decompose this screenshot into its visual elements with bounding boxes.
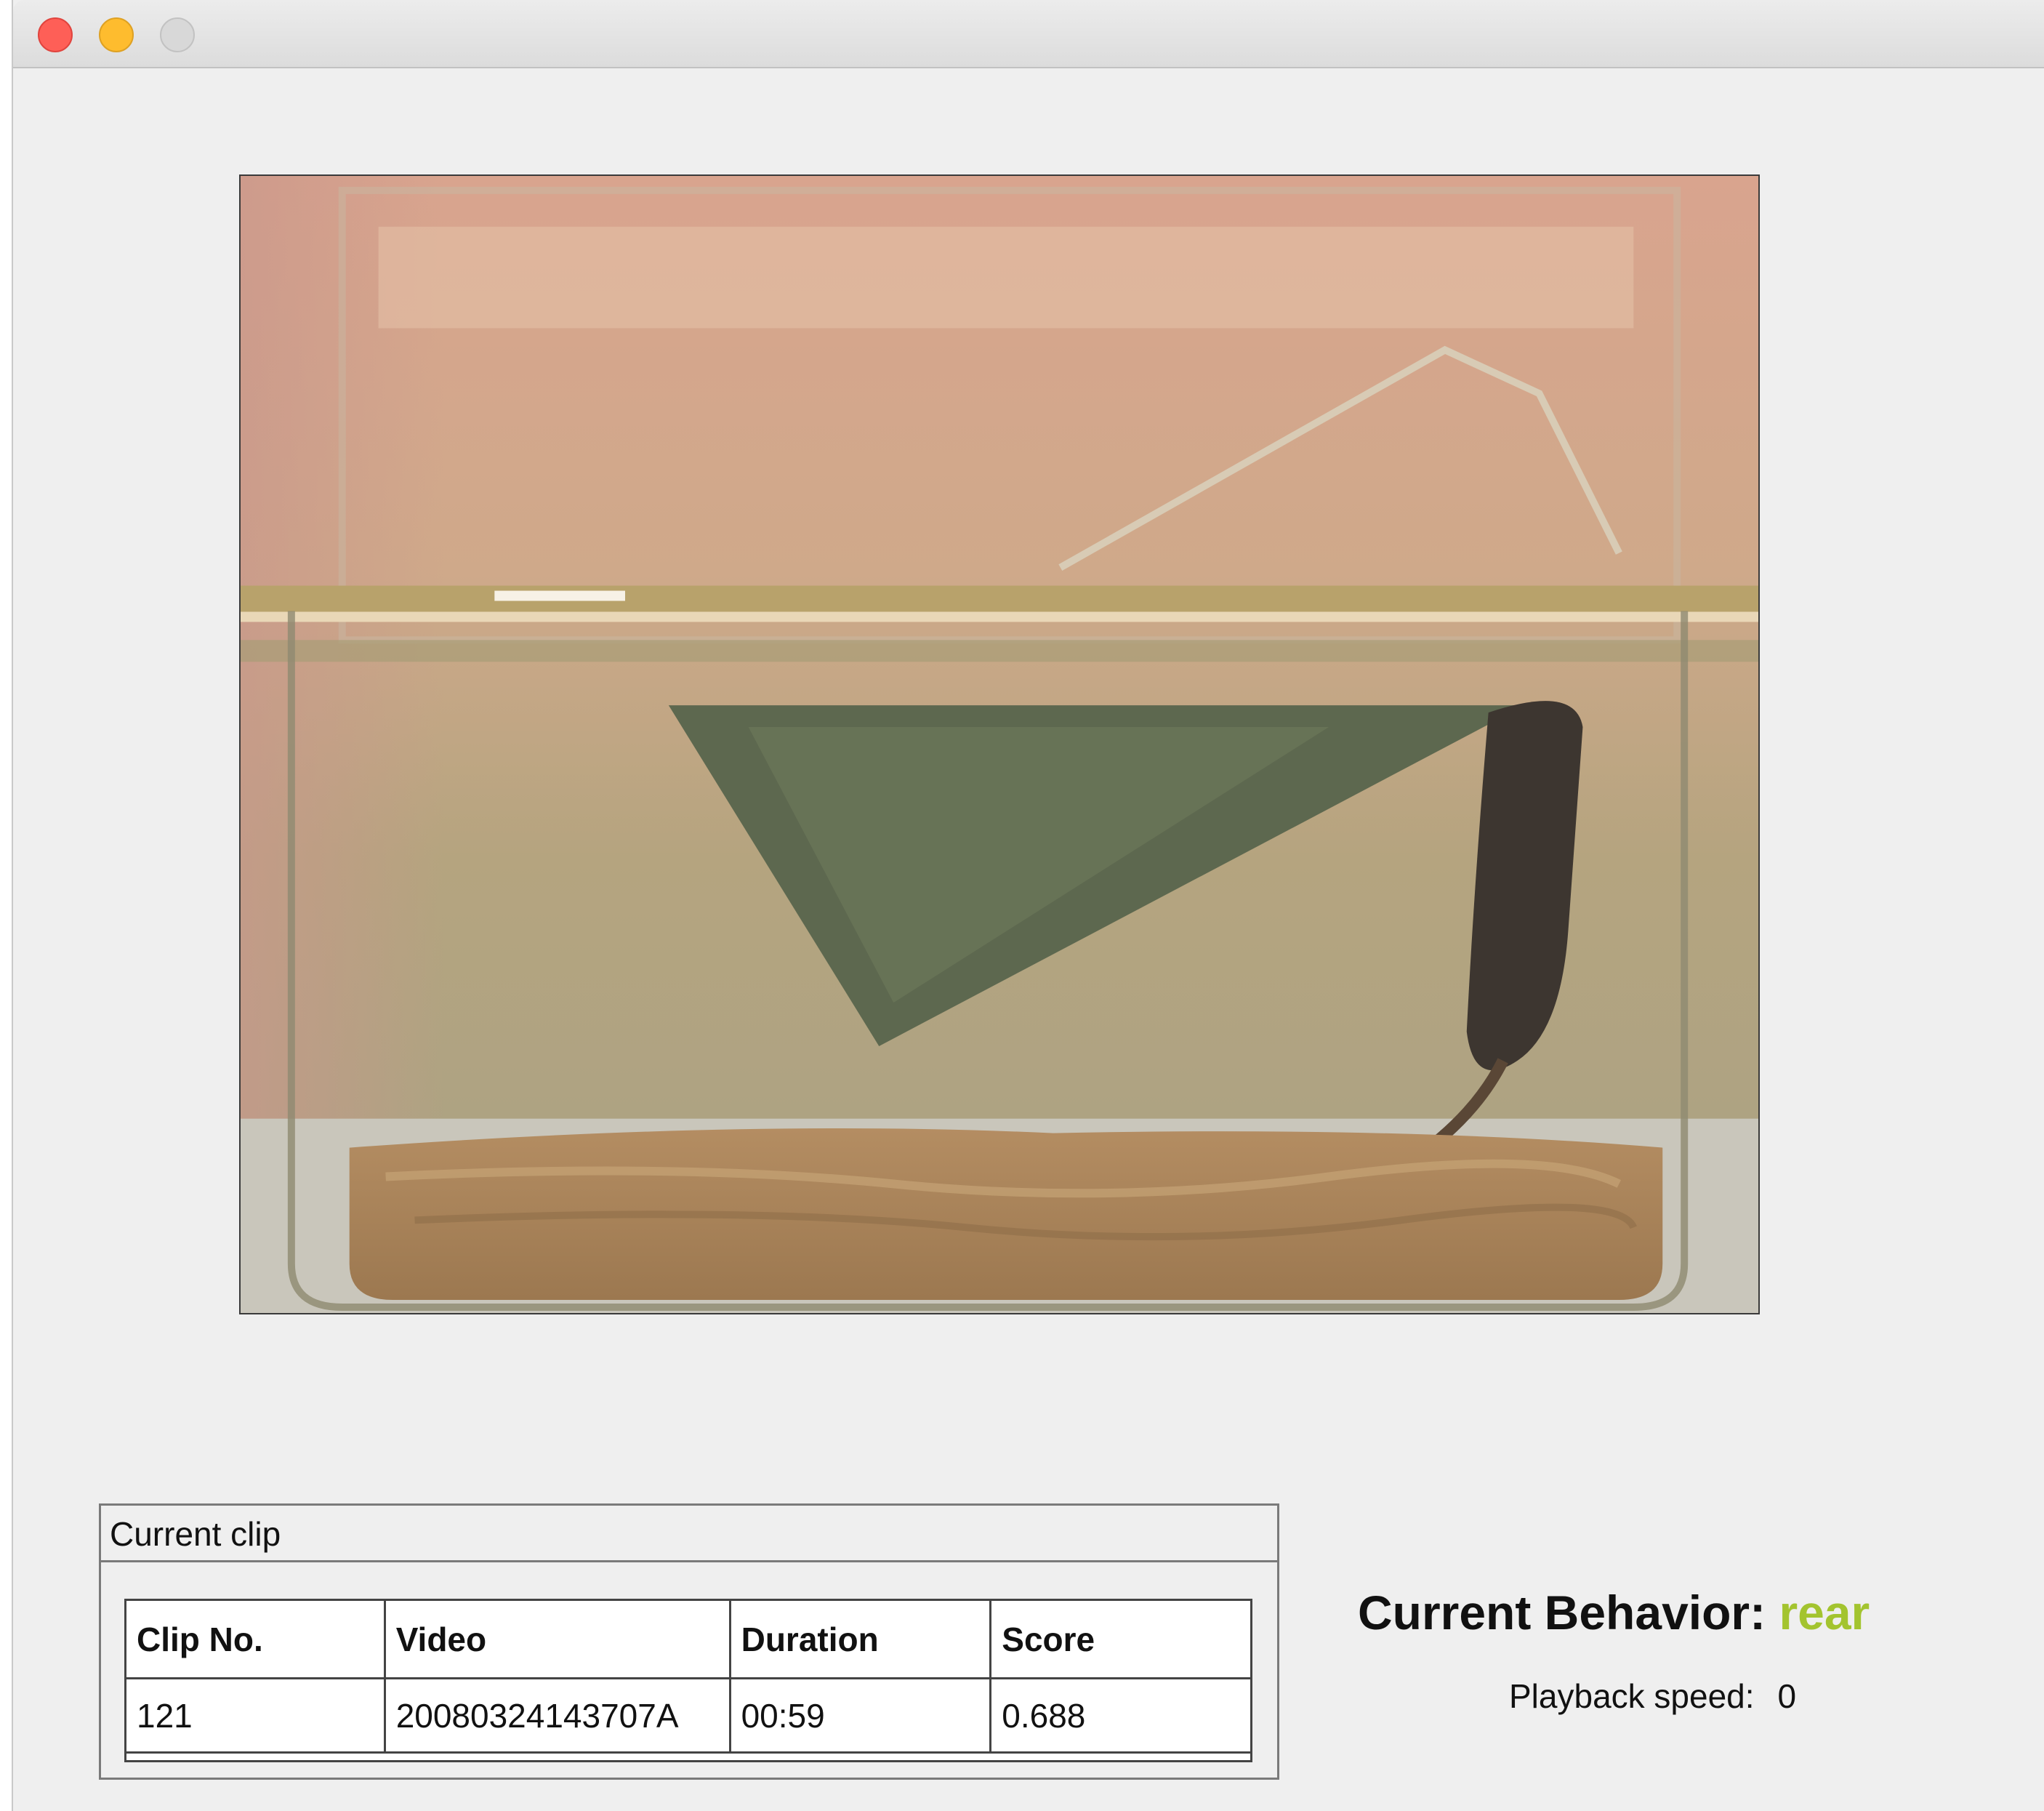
cell-duration: 00:59 (728, 1677, 992, 1754)
current-behavior-value: rear (1779, 1586, 1870, 1639)
cell-score: 0.688 (989, 1677, 1252, 1754)
video-frame[interactable] (239, 174, 1760, 1314)
playback-speed: Playback speed: 0 (1509, 1677, 2018, 1716)
minimize-window-button[interactable] (99, 17, 134, 52)
current-clip-title: Current clip (101, 1506, 1277, 1562)
cage-video-image (241, 176, 1758, 1313)
playback-speed-label: Playback speed: (1509, 1677, 1755, 1715)
close-window-button[interactable] (38, 17, 73, 52)
current-clip-panel: Current clip Clip No. Video Duration Sco… (99, 1503, 1279, 1780)
column-header-score[interactable]: Score (989, 1599, 1252, 1679)
app-window: Current clip Clip No. Video Duration Sco… (12, 0, 2044, 1811)
table-header-row: Clip No. Video Duration Score (124, 1599, 1252, 1679)
cell-clip-no: 121 (124, 1677, 386, 1754)
clip-table: Clip No. Video Duration Score 121 200803… (124, 1599, 1252, 1762)
column-header-duration[interactable]: Duration (728, 1599, 992, 1679)
cell-video: 20080324143707A (383, 1677, 731, 1754)
table-footer-spacer (124, 1751, 1252, 1762)
current-behavior-label: Current Behavior: (1358, 1586, 1766, 1639)
playback-speed-value: 0 (1777, 1677, 1797, 1715)
zoom-window-button[interactable] (160, 17, 195, 52)
column-header-video[interactable]: Video (383, 1599, 731, 1679)
current-behavior: Current Behavior: rear (1358, 1585, 2012, 1640)
table-row[interactable]: 121 20080324143707A 00:59 0.688 (124, 1677, 1252, 1754)
column-header-clip-no[interactable]: Clip No. (124, 1599, 386, 1679)
title-bar[interactable] (13, 0, 2044, 68)
